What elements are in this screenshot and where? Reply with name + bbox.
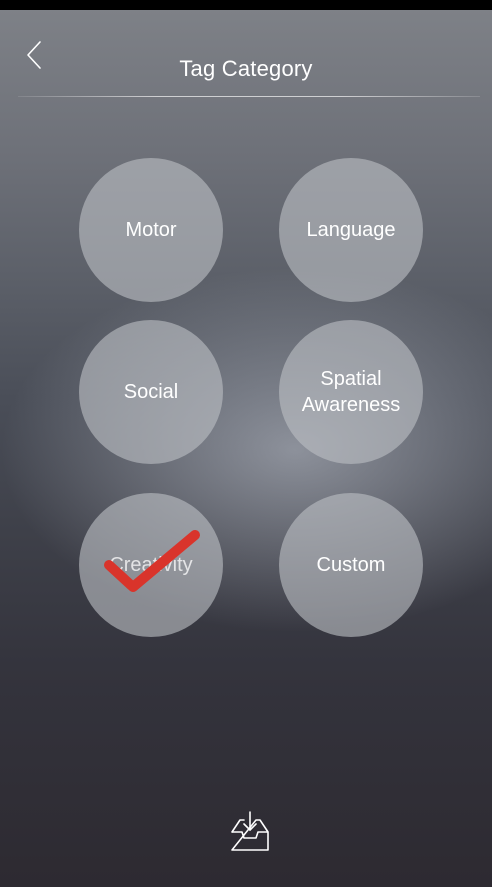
category-label: Creativity xyxy=(109,554,193,576)
category-creativity-button[interactable]: Creativity xyxy=(79,493,223,637)
category-language-button[interactable]: Language xyxy=(279,158,423,302)
category-label: Language xyxy=(306,219,396,241)
status-bar xyxy=(0,0,492,10)
category-label: Custom xyxy=(316,554,386,576)
inbox-download-icon xyxy=(231,811,269,851)
screen: Tag Category Motor Language Social Spati… xyxy=(0,0,492,887)
category-motor-button[interactable]: Motor xyxy=(79,158,223,302)
category-custom-button[interactable]: Custom xyxy=(279,493,423,637)
category-label: Spatial Awareness xyxy=(301,368,401,416)
header-divider xyxy=(18,96,480,97)
category-spatial-awareness-button[interactable]: Spatial Awareness xyxy=(279,320,423,464)
category-social-button[interactable]: Social xyxy=(79,320,223,464)
save-button[interactable] xyxy=(226,810,274,856)
category-label: Motor xyxy=(125,219,177,241)
category-label: Social xyxy=(123,381,179,403)
page-title: Tag Category xyxy=(179,56,313,81)
